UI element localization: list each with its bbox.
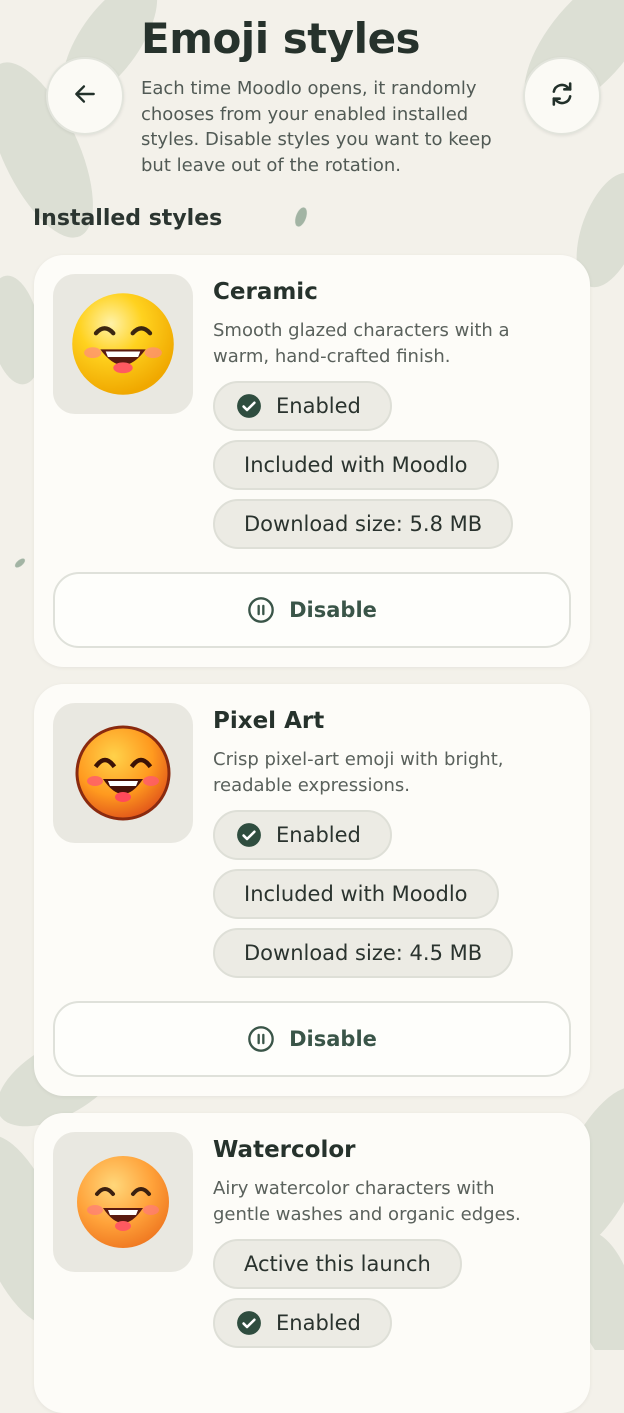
included-chip: Included with Moodlo bbox=[213, 869, 499, 919]
page-title: Emoji styles bbox=[141, 14, 421, 63]
chip-label: Enabled bbox=[276, 1311, 361, 1335]
style-name: Watercolor bbox=[213, 1137, 356, 1163]
style-card-pixel-art: Pixel Art Crisp pixel-art emoji with bri… bbox=[34, 684, 590, 1096]
style-name: Ceramic bbox=[213, 279, 318, 305]
download-size-chip: Download size: 4.5 MB bbox=[213, 928, 514, 978]
check-circle-icon bbox=[236, 1310, 262, 1336]
refresh-button[interactable] bbox=[523, 57, 601, 135]
disable-button[interactable]: Disable bbox=[53, 572, 571, 648]
chip-label: Enabled bbox=[276, 394, 361, 418]
enabled-chip[interactable]: Enabled bbox=[213, 381, 392, 431]
section-label: Installed styles bbox=[33, 206, 223, 231]
check-circle-icon bbox=[236, 822, 262, 848]
chip-label: Download size: 5.8 MB bbox=[244, 512, 483, 536]
chip-label: Download size: 4.5 MB bbox=[244, 941, 483, 965]
disable-label: Disable bbox=[289, 1027, 377, 1051]
style-card-ceramic: Ceramic Smooth glazed characters with a … bbox=[34, 255, 590, 667]
active-launch-chip: Active this launch bbox=[213, 1239, 462, 1289]
enabled-chip[interactable]: Enabled bbox=[213, 810, 392, 860]
style-description: Smooth glazed characters with a warm, ha… bbox=[213, 320, 510, 367]
style-card-watercolor: Watercolor Airy watercolor characters wi… bbox=[34, 1113, 590, 1413]
pause-circle-icon bbox=[247, 596, 275, 624]
page-subtitle: Each time Moodlo opens, it randomly choo… bbox=[141, 78, 492, 176]
back-button[interactable] bbox=[46, 57, 124, 135]
pixel-art-emoji-preview bbox=[53, 703, 193, 843]
chip-label: Enabled bbox=[276, 823, 361, 847]
chip-label: Included with Moodlo bbox=[244, 453, 468, 477]
style-description: Crisp pixel-art emoji with bright, reada… bbox=[213, 749, 504, 796]
arrow-left-icon bbox=[72, 81, 98, 111]
check-circle-icon bbox=[236, 393, 262, 419]
download-size-chip: Download size: 5.8 MB bbox=[213, 499, 514, 549]
chip-label: Active this launch bbox=[244, 1252, 431, 1276]
ceramic-emoji-preview bbox=[53, 274, 193, 414]
style-name: Pixel Art bbox=[213, 708, 325, 734]
chip-label: Included with Moodlo bbox=[244, 882, 468, 906]
enabled-chip[interactable]: Enabled bbox=[213, 1298, 392, 1348]
disable-button[interactable]: Disable bbox=[53, 1001, 571, 1077]
watercolor-emoji-preview bbox=[53, 1132, 193, 1272]
refresh-icon bbox=[548, 80, 576, 112]
style-description: Airy watercolor characters with gentle w… bbox=[213, 1178, 521, 1225]
included-chip: Included with Moodlo bbox=[213, 440, 499, 490]
disable-label: Disable bbox=[289, 598, 377, 622]
pause-circle-icon bbox=[247, 1025, 275, 1053]
